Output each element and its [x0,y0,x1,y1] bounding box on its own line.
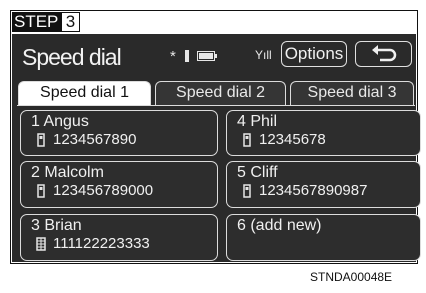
mobile-phone-icon [243,133,251,147]
bluetooth-icon: * [170,48,176,65]
battery-icon [197,51,217,61]
tab-speed-dial-3[interactable]: Speed dial 3 [290,81,414,105]
tab-speed-dial-1[interactable]: Speed dial 1 [18,81,151,106]
tab-speed-dial-2[interactable]: Speed dial 2 [155,81,286,105]
mobile-phone-icon [243,184,251,198]
entry-number: 12345678 [259,131,326,148]
image-caption: STNDA00048E [310,270,393,284]
phone-status-icon [185,50,189,62]
back-arrow-icon [371,45,396,62]
step-number: 3 [61,12,80,32]
entry-number: 111122223333 [53,235,150,252]
page-title: Speed dial [22,44,122,70]
entry-name: 3 Brian [31,217,82,234]
speed-dial-entry-1[interactable]: 1 Angus 1234567890 [20,110,218,156]
entry-name: 2 Malcolm [31,164,104,181]
entry-number: 1234567890 [53,131,137,148]
signal-strength-icon: Yıll [255,48,272,62]
entry-name: 1 Angus [31,113,89,130]
entry-name: 6 (add new) [237,217,322,234]
speed-dial-entry-3[interactable]: 3 Brian 111122223333 [20,214,218,261]
speed-dial-entry-5[interactable]: 5 Cliff 1234567890987 [226,161,421,208]
options-button[interactable]: Options [281,41,347,67]
entry-name: 5 Cliff [237,164,278,181]
back-button[interactable] [355,41,412,67]
speed-dial-entry-4[interactable]: 4 Phil 12345678 [226,110,421,156]
tab-divider [17,105,415,106]
entry-name: 4 Phil [237,113,278,130]
entry-number: 123456789000 [53,182,154,199]
mobile-phone-icon [37,133,45,147]
step-label: STEP [12,12,61,32]
mobile-phone-icon [37,184,45,198]
entry-number: 1234567890987 [259,182,368,199]
office-building-icon [36,237,46,251]
speed-dial-entry-2[interactable]: 2 Malcolm 123456789000 [20,161,218,208]
speed-dial-entry-6[interactable]: 6 (add new) [226,214,421,261]
